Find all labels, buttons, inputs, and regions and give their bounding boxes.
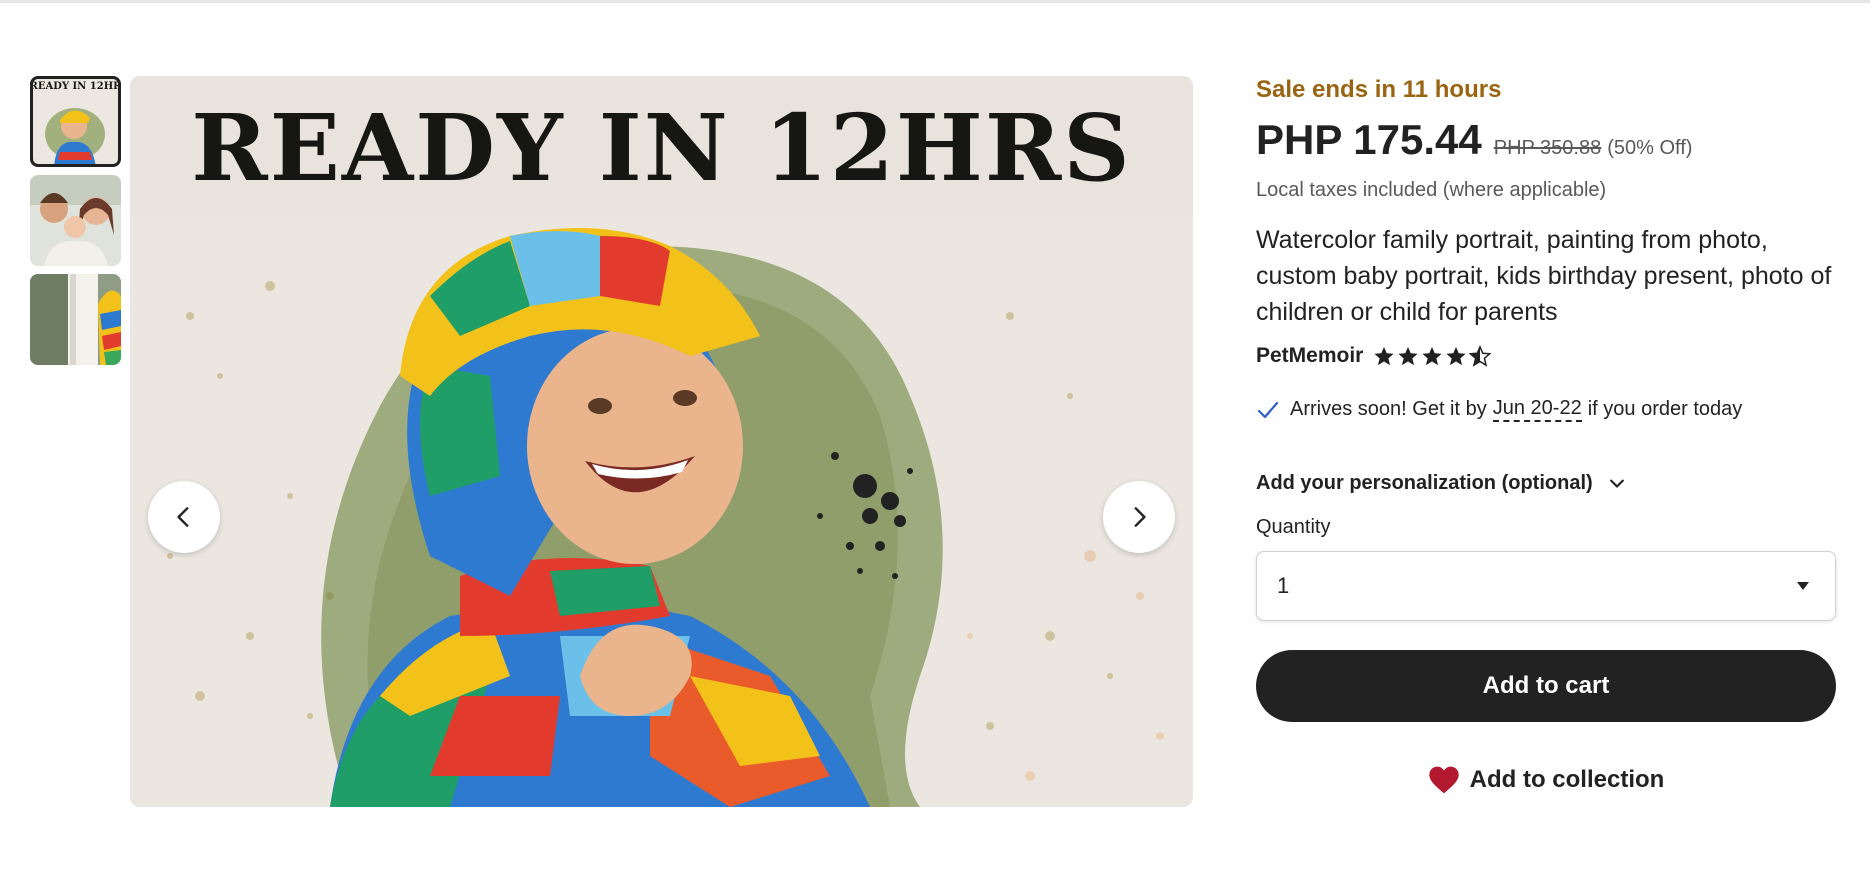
quantity-value: 1 (1277, 573, 1290, 598)
sale-notice: Sale ends in 11 hours (1256, 76, 1502, 103)
personalization-label: Add your personalization (optional) (1256, 472, 1593, 494)
previous-image-button[interactable] (148, 481, 220, 553)
thumbnail-1-image: READY IN 12HR (30, 76, 121, 167)
original-price: PHP 350.88 (1493, 137, 1602, 159)
quantity-select[interactable]: 1 (1256, 551, 1836, 621)
current-price: PHP 175.44 (1256, 116, 1482, 163)
svg-text:READY IN 12HR: READY IN 12HR (30, 81, 121, 92)
star-icon (1446, 346, 1466, 366)
taxes-note: Local taxes included (where applicable) (1256, 179, 1607, 201)
star-icon (1398, 346, 1418, 366)
delivery-date-link[interactable]: Jun 20-22 (1492, 397, 1582, 422)
add-to-cart-button[interactable]: Add to cart (1256, 650, 1836, 722)
top-divider (0, 0, 1870, 3)
thumbnail-2[interactable] (30, 175, 121, 266)
listing-title: Watercolor family portrait, painting fro… (1256, 226, 1832, 326)
delivery-estimate: Arrives soon! Get it by Jun 20-22 if you… (1256, 397, 1742, 422)
price-row: PHP 175.44 PHP 350.88 (50% Off) (1256, 116, 1692, 164)
heart-icon (1428, 766, 1459, 794)
thumbnail-strip: READY IN 12HR (30, 76, 121, 373)
thumbnail-2-image (30, 175, 121, 266)
chevron-down-icon (1609, 479, 1624, 488)
chevron-left-icon (177, 507, 189, 527)
add-to-collection-label: Add to collection (1469, 766, 1665, 793)
checkmark-icon (1257, 401, 1279, 418)
thumbnail-3[interactable] (30, 274, 121, 365)
delivery-suffix: if you order today (1587, 398, 1743, 420)
thumbnail-3-image (30, 274, 121, 365)
image-overlay-title: READY IN 12HRS (191, 94, 1132, 202)
shop-name-link[interactable]: PetMemoir (1256, 344, 1363, 368)
quantity-label: Quantity (1256, 516, 1331, 538)
next-image-button[interactable] (1103, 481, 1175, 553)
delivery-prefix: Arrives soon! Get it by (1290, 398, 1487, 420)
star-icon (1422, 346, 1442, 366)
star-icon (1374, 346, 1394, 366)
caret-down-icon (1797, 582, 1809, 590)
personalization-toggle[interactable]: Add your personalization (optional) (1256, 472, 1627, 495)
chevron-right-icon (1134, 507, 1146, 527)
shop-row: PetMemoir (1256, 344, 1493, 368)
main-product-image[interactable]: READY IN 12HRS (130, 76, 1193, 807)
half-star-icon (1469, 345, 1492, 367)
shop-rating-stars (1373, 345, 1493, 367)
discount-label: (50% Off) (1607, 137, 1693, 159)
add-to-collection-button[interactable]: Add to collection (1256, 758, 1836, 802)
thumbnail-1[interactable]: READY IN 12HR (30, 76, 121, 167)
